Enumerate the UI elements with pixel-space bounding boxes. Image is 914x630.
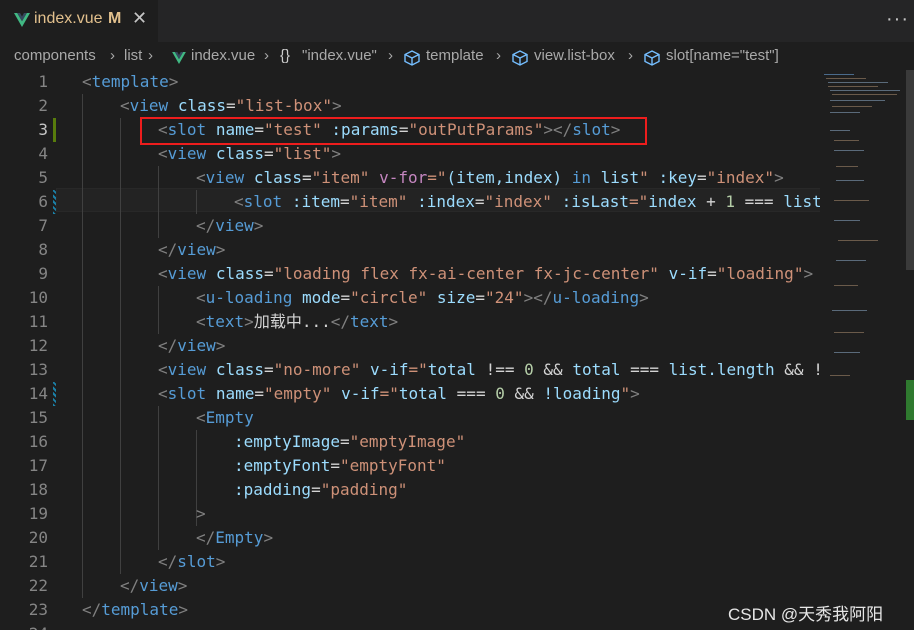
highlight-box: [140, 117, 647, 145]
code-line: </view>: [158, 336, 226, 355]
line-number: 23: [28, 600, 48, 619]
tab-bar: index.vue M ✕ ···: [0, 0, 914, 42]
code-line: :padding="padding": [234, 480, 408, 499]
code-line: :emptyFont="emptyFont": [234, 456, 446, 475]
line-number: 1: [38, 72, 48, 91]
vue-icon: [14, 12, 30, 31]
code-line: <view class="list-box">: [120, 96, 342, 115]
line-number: 2: [38, 96, 48, 115]
line-number: 17: [28, 456, 48, 475]
line-number: 22: [28, 576, 48, 595]
code-line: :emptyImage="emptyImage": [234, 432, 466, 451]
close-icon[interactable]: ✕: [132, 8, 147, 29]
breadcrumb-components[interactable]: components: [14, 47, 96, 64]
watermark: CSDN @天秀我阿阳: [728, 605, 884, 624]
code-line: </slot>: [158, 552, 226, 571]
breadcrumb: components › list › index.vue › {} "inde…: [0, 42, 914, 72]
line-number: 24: [0, 622, 48, 630]
chevron-right-icon: ›: [264, 47, 269, 64]
line-number: 21: [28, 552, 48, 571]
line-number: 10: [28, 288, 48, 307]
more-actions-icon[interactable]: ···: [886, 8, 909, 31]
code-line: <slot :item="item" :index="index" :isLas…: [234, 192, 820, 211]
line-number: 9: [38, 264, 48, 283]
modified-badge: M: [108, 10, 122, 27]
code-line: <text>加载中...</text>: [196, 312, 399, 331]
code-line: <view class="list">: [158, 144, 342, 163]
breadcrumb-view[interactable]: view.list-box: [534, 47, 615, 64]
code-line: <slot name="empty" v-if="total === 0 && …: [158, 384, 640, 403]
line-number: 6: [38, 192, 48, 211]
chevron-right-icon: ›: [388, 47, 393, 64]
minimap[interactable]: [820, 70, 914, 630]
chevron-right-icon: ›: [110, 47, 115, 64]
line-number: 11: [28, 312, 48, 331]
cube-icon: [404, 50, 420, 70]
code-editor[interactable]: 1 <template> 2 <view class="list-box"> 3…: [0, 70, 820, 630]
code-line: </view>: [120, 576, 188, 595]
breadcrumb-template[interactable]: template: [426, 47, 484, 64]
scrollbar-thumb[interactable]: [906, 70, 914, 270]
line-number: 5: [38, 168, 48, 187]
code-line: <template>: [82, 72, 179, 91]
line-number: 8: [38, 240, 48, 259]
cube-icon: [512, 50, 528, 70]
line-number: 7: [38, 216, 48, 235]
line-number: 13: [28, 360, 48, 379]
chevron-right-icon: ›: [148, 47, 153, 64]
braces-icon: {}: [280, 47, 291, 64]
code-line: </template>: [82, 600, 188, 619]
line-number: 19: [28, 504, 48, 523]
code-line: </view>: [158, 240, 226, 259]
line-number: 4: [38, 144, 48, 163]
chevron-right-icon: ›: [628, 47, 633, 64]
line-number: 18: [28, 480, 48, 499]
breadcrumb-file[interactable]: index.vue: [191, 47, 255, 64]
line-number: 16: [28, 432, 48, 451]
tab-filename: index.vue: [34, 10, 103, 27]
code-line: <view class="no-more" v-if="total !== 0 …: [158, 360, 820, 379]
line-number: 20: [28, 528, 48, 547]
code-line: <Empty: [196, 408, 254, 427]
breadcrumb-file-symbol[interactable]: "index.vue": [302, 47, 377, 64]
line-number: 12: [28, 336, 48, 355]
code-line: <view class="loading flex fx-ai-center f…: [158, 264, 814, 283]
tab-index-vue[interactable]: index.vue M ✕: [0, 0, 158, 42]
cube-icon: [644, 50, 660, 70]
line-number: 3: [38, 120, 48, 139]
code-line: </view>: [196, 216, 264, 235]
chevron-right-icon: ›: [496, 47, 501, 64]
code-line: </Empty>: [196, 528, 274, 547]
code-line: >: [196, 504, 206, 523]
line-number: 14: [28, 384, 48, 403]
breadcrumb-slot[interactable]: slot[name="test"]: [666, 47, 779, 64]
code-line: <u-loading mode="circle" size="24"></u-l…: [196, 288, 649, 307]
breadcrumb-list[interactable]: list: [124, 47, 142, 64]
code-line: <view class="item" v-for="(item,index) i…: [196, 168, 784, 187]
vue-icon: [172, 51, 186, 68]
line-number: 15: [28, 408, 48, 427]
